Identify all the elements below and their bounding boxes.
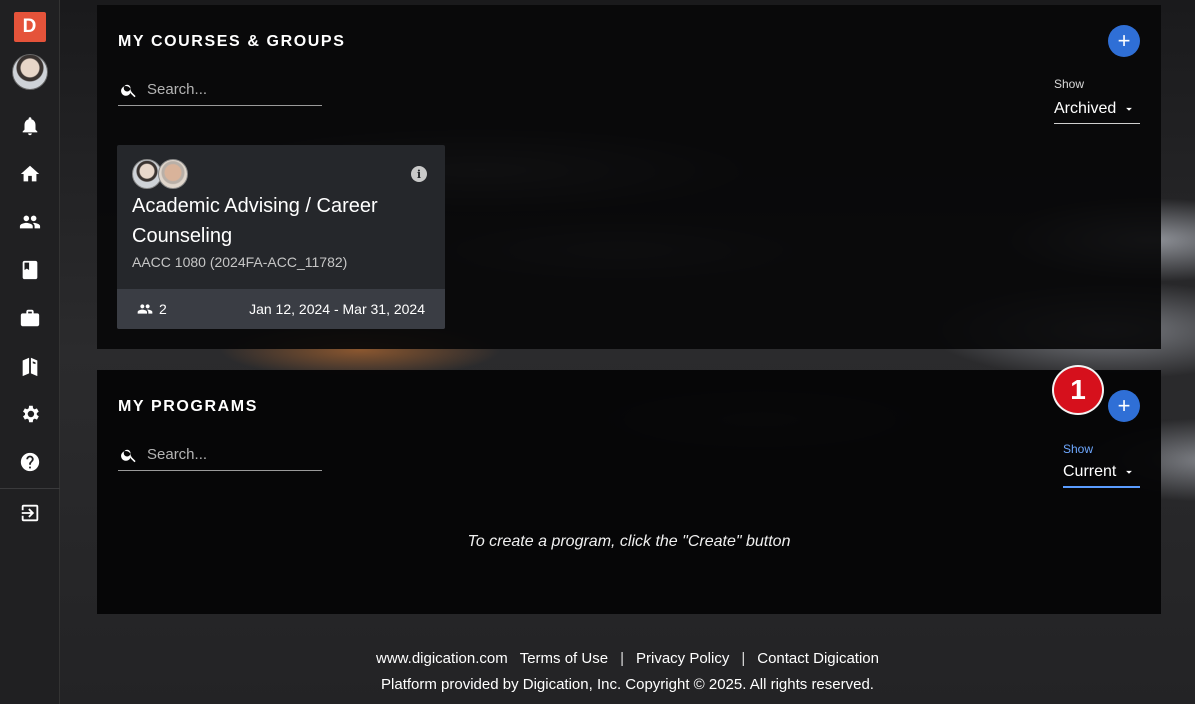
programs-panel: MY PROGRAMS + Search... Show Current To … [97, 370, 1161, 614]
search-icon [121, 449, 136, 462]
step-badge: 1 [1052, 365, 1104, 415]
logout-icon [21, 504, 38, 522]
bell-icon [22, 117, 37, 136]
user-avatar[interactable] [11, 54, 48, 90]
footer: www.digication.com Terms of Use | Privac… [60, 650, 1195, 693]
programs-search-input[interactable]: Search... [118, 439, 322, 471]
course-title: Academic Advising / Career Counseling [132, 195, 378, 247]
courses-search-input[interactable]: Search... [118, 74, 322, 106]
book-icon [22, 260, 37, 280]
notifications-button[interactable] [0, 102, 60, 150]
courses-groups-panel: MY COURSES & GROUPS + Search... Show Arc… [97, 5, 1161, 349]
help-button[interactable] [0, 438, 60, 486]
contact-link[interactable]: Contact Digication [751, 650, 885, 667]
sidebar: D [0, 0, 60, 704]
home-button[interactable] [0, 150, 60, 198]
member-count: 2 [159, 301, 167, 317]
open-book-icon [22, 357, 37, 377]
footer-separator: | [620, 650, 624, 667]
course-code: AACC 1080 (2024FA-ACC_11782) [132, 254, 348, 270]
courses-show-value: Archived [1054, 99, 1117, 117]
courses-section-title: MY COURSES & GROUPS [118, 33, 346, 50]
terms-link[interactable]: Terms of Use [514, 650, 614, 667]
copyright-text: Platform provided by Digication, Inc. Co… [381, 676, 874, 693]
footer-separator: | [741, 650, 746, 667]
programs-search-placeholder: Search... [147, 446, 208, 463]
caret-down-icon [1126, 470, 1133, 474]
course-dates: Jan 12, 2024 - Mar 31, 2024 [249, 301, 425, 317]
add-program-button[interactable]: + [1108, 390, 1140, 422]
programs-show-select[interactable]: Current [1063, 458, 1140, 488]
resources-button[interactable] [0, 342, 60, 390]
card-member-avatars [132, 159, 188, 189]
programs-section-title: MY PROGRAMS [118, 398, 258, 415]
help-icon [20, 452, 39, 472]
settings-button[interactable] [0, 390, 60, 438]
people-button[interactable] [0, 198, 60, 246]
privacy-link[interactable]: Privacy Policy [630, 650, 735, 667]
courses-show-label: Show [1054, 77, 1085, 91]
plus-icon: + [1117, 28, 1131, 53]
logout-button[interactable] [0, 489, 60, 537]
home-icon [20, 165, 39, 182]
people-icon [137, 304, 153, 314]
digication-link[interactable]: www.digication.com [370, 650, 514, 667]
search-icon [121, 84, 136, 97]
plus-icon: + [1117, 393, 1131, 418]
programs-show-label: Show [1063, 442, 1094, 456]
course-card[interactable]: i Academic Advising / Career Counseling … [117, 145, 445, 329]
info-icon[interactable]: i [411, 166, 427, 182]
portfolio-button[interactable] [0, 294, 60, 342]
add-course-button[interactable]: + [1108, 25, 1140, 57]
course-card-footer: 2 Jan 12, 2024 - Mar 31, 2024 [117, 289, 445, 329]
member-avatar [158, 159, 188, 189]
caret-down-icon [1126, 107, 1133, 111]
courses-search-placeholder: Search... [147, 81, 208, 98]
briefcase-icon [20, 309, 39, 327]
gear-icon [22, 405, 39, 423]
programs-empty-message: To create a program, click the "Create" … [467, 533, 791, 550]
people-icon [19, 215, 40, 229]
library-button[interactable] [0, 246, 60, 294]
programs-show-value: Current [1063, 463, 1117, 480]
courses-show-select[interactable]: Archived [1054, 94, 1140, 124]
digication-logo[interactable]: D [13, 12, 46, 42]
